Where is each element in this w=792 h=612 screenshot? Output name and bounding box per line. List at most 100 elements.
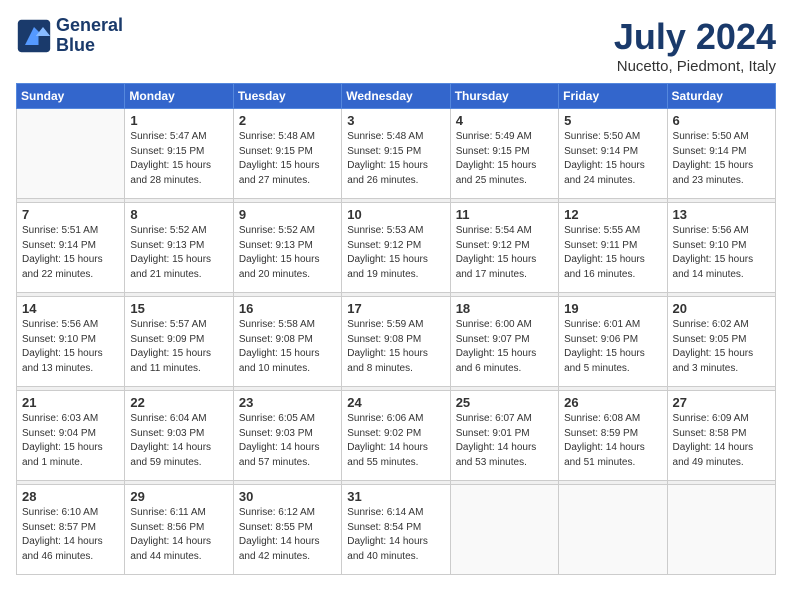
calendar-cell: 16 Sunrise: 5:58 AM Sunset: 9:08 PM Dayli… bbox=[233, 297, 341, 387]
day-info: Sunrise: 6:01 AM Sunset: 9:06 PM Dayligh… bbox=[564, 318, 661, 376]
day-info: Sunrise: 5:55 AM Sunset: 9:11 PM Dayligh… bbox=[564, 224, 661, 282]
calendar-cell: 6 Sunrise: 5:50 AM Sunset: 9:14 PM Daylig… bbox=[667, 109, 775, 199]
day-number: 19 bbox=[564, 301, 661, 316]
day-header-tuesday: Tuesday bbox=[233, 84, 341, 109]
calendar-cell: 10 Sunrise: 5:53 AM Sunset: 9:12 PM Dayli… bbox=[342, 203, 450, 293]
day-number: 11 bbox=[456, 207, 553, 222]
day-number: 31 bbox=[347, 489, 444, 504]
day-number: 22 bbox=[130, 395, 227, 410]
calendar-cell bbox=[667, 485, 775, 575]
calendar-cell: 13Sunrise: 5:56 AM Sunset: 9:10 PM Dayli… bbox=[667, 203, 775, 293]
calendar-cell: 17 Sunrise: 5:59 AM Sunset: 9:08 PM Dayli… bbox=[342, 297, 450, 387]
day-info: Sunrise: 6:14 AM Sunset: 8:54 PM Dayligh… bbox=[347, 506, 444, 564]
calendar-cell: 19 Sunrise: 6:01 AM Sunset: 9:06 PM Dayli… bbox=[559, 297, 667, 387]
calendar-cell: 23 Sunrise: 6:05 AM Sunset: 9:03 PM Dayli… bbox=[233, 391, 341, 481]
calendar-cell: 2 Sunrise: 5:48 AM Sunset: 9:15 PM Daylig… bbox=[233, 109, 341, 199]
day-info: Sunrise: 6:09 AM Sunset: 8:58 PM Dayligh… bbox=[673, 412, 770, 470]
day-number: 17 bbox=[347, 301, 444, 316]
title-block: July 2024 Nucetto, Piedmont, Italy bbox=[614, 16, 776, 75]
calendar-cell: 21 Sunrise: 6:03 AM Sunset: 9:04 PM Dayli… bbox=[17, 391, 125, 481]
logo-line2: Blue bbox=[56, 36, 123, 56]
day-number: 26 bbox=[564, 395, 661, 410]
day-info: Sunrise: 5:52 AM Sunset: 9:13 PM Dayligh… bbox=[239, 224, 336, 282]
calendar-cell: 5 Sunrise: 5:50 AM Sunset: 9:14 PM Daylig… bbox=[559, 109, 667, 199]
calendar-cell: 24 Sunrise: 6:06 AM Sunset: 9:02 PM Dayli… bbox=[342, 391, 450, 481]
calendar-cell bbox=[559, 485, 667, 575]
calendar-week-row: 14 Sunrise: 5:56 AM Sunset: 9:10 PM Dayli… bbox=[17, 297, 776, 387]
day-info: Sunrise: 5:56 AM Sunset: 9:10 PM Dayligh… bbox=[22, 318, 119, 376]
day-info: Sunrise: 5:50 AM Sunset: 9:14 PM Dayligh… bbox=[673, 130, 770, 188]
day-number: 9 bbox=[239, 207, 336, 222]
calendar-cell: 15Sunrise: 5:57 AM Sunset: 9:09 PM Dayli… bbox=[125, 297, 233, 387]
day-info: Sunrise: 6:06 AM Sunset: 9:02 PM Dayligh… bbox=[347, 412, 444, 470]
day-header-wednesday: Wednesday bbox=[342, 84, 450, 109]
day-number: 30 bbox=[239, 489, 336, 504]
calendar-cell: 30 Sunrise: 6:12 AM Sunset: 8:55 PM Dayli… bbox=[233, 485, 341, 575]
day-number: 24 bbox=[347, 395, 444, 410]
day-info: Sunrise: 5:51 AM Sunset: 9:14 PM Dayligh… bbox=[22, 224, 119, 282]
day-number: 3 bbox=[347, 113, 444, 128]
day-number: 7 bbox=[22, 207, 119, 222]
logo-text: General Blue bbox=[56, 16, 123, 56]
calendar-cell: 28Sunrise: 6:10 AM Sunset: 8:57 PM Dayli… bbox=[17, 485, 125, 575]
day-number: 20 bbox=[673, 301, 770, 316]
day-info: Sunrise: 6:07 AM Sunset: 9:01 PM Dayligh… bbox=[456, 412, 553, 470]
day-info: Sunrise: 5:56 AM Sunset: 9:10 PM Dayligh… bbox=[673, 224, 770, 282]
day-number: 6 bbox=[673, 113, 770, 128]
page-header: General Blue July 2024 Nucetto, Piedmont… bbox=[16, 16, 776, 75]
day-info: Sunrise: 5:59 AM Sunset: 9:08 PM Dayligh… bbox=[347, 318, 444, 376]
calendar-cell: 27Sunrise: 6:09 AM Sunset: 8:58 PM Dayli… bbox=[667, 391, 775, 481]
day-number: 5 bbox=[564, 113, 661, 128]
calendar-week-row: 28Sunrise: 6:10 AM Sunset: 8:57 PM Dayli… bbox=[17, 485, 776, 575]
day-info: Sunrise: 5:53 AM Sunset: 9:12 PM Dayligh… bbox=[347, 224, 444, 282]
day-header-sunday: Sunday bbox=[17, 84, 125, 109]
day-number: 23 bbox=[239, 395, 336, 410]
calendar-cell: 11Sunrise: 5:54 AM Sunset: 9:12 PM Dayli… bbox=[450, 203, 558, 293]
day-number: 1 bbox=[130, 113, 227, 128]
day-info: Sunrise: 5:48 AM Sunset: 9:15 PM Dayligh… bbox=[239, 130, 336, 188]
day-number: 14 bbox=[22, 301, 119, 316]
day-info: Sunrise: 5:50 AM Sunset: 9:14 PM Dayligh… bbox=[564, 130, 661, 188]
day-number: 2 bbox=[239, 113, 336, 128]
day-info: Sunrise: 5:49 AM Sunset: 9:15 PM Dayligh… bbox=[456, 130, 553, 188]
calendar-table: SundayMondayTuesdayWednesdayThursdayFrid… bbox=[16, 83, 776, 575]
calendar-cell: 31 Sunrise: 6:14 AM Sunset: 8:54 PM Dayli… bbox=[342, 485, 450, 575]
calendar-cell: 4Sunrise: 5:49 AM Sunset: 9:15 PM Daylig… bbox=[450, 109, 558, 199]
day-number: 10 bbox=[347, 207, 444, 222]
calendar-cell: 1 Sunrise: 5:47 AM Sunset: 9:15 PM Daylig… bbox=[125, 109, 233, 199]
calendar-cell bbox=[450, 485, 558, 575]
logo-line1: General bbox=[56, 16, 123, 36]
calendar-header-row: SundayMondayTuesdayWednesdayThursdayFrid… bbox=[17, 84, 776, 109]
calendar-cell: 8 Sunrise: 5:52 AM Sunset: 9:13 PM Daylig… bbox=[125, 203, 233, 293]
calendar-cell: 26 Sunrise: 6:08 AM Sunset: 8:59 PM Dayli… bbox=[559, 391, 667, 481]
logo-icon bbox=[16, 18, 52, 54]
day-info: Sunrise: 5:58 AM Sunset: 9:08 PM Dayligh… bbox=[239, 318, 336, 376]
day-info: Sunrise: 6:10 AM Sunset: 8:57 PM Dayligh… bbox=[22, 506, 119, 564]
calendar-cell: 12 Sunrise: 5:55 AM Sunset: 9:11 PM Dayli… bbox=[559, 203, 667, 293]
calendar-cell: 3 Sunrise: 5:48 AM Sunset: 9:15 PM Daylig… bbox=[342, 109, 450, 199]
calendar-cell: 14 Sunrise: 5:56 AM Sunset: 9:10 PM Dayli… bbox=[17, 297, 125, 387]
day-info: Sunrise: 6:11 AM Sunset: 8:56 PM Dayligh… bbox=[130, 506, 227, 564]
calendar-cell: 25Sunrise: 6:07 AM Sunset: 9:01 PM Dayli… bbox=[450, 391, 558, 481]
calendar-cell: 29Sunrise: 6:11 AM Sunset: 8:56 PM Dayli… bbox=[125, 485, 233, 575]
day-info: Sunrise: 6:04 AM Sunset: 9:03 PM Dayligh… bbox=[130, 412, 227, 470]
day-info: Sunrise: 6:05 AM Sunset: 9:03 PM Dayligh… bbox=[239, 412, 336, 470]
day-info: Sunrise: 6:03 AM Sunset: 9:04 PM Dayligh… bbox=[22, 412, 119, 470]
day-info: Sunrise: 5:52 AM Sunset: 9:13 PM Dayligh… bbox=[130, 224, 227, 282]
day-number: 21 bbox=[22, 395, 119, 410]
calendar-cell: 9 Sunrise: 5:52 AM Sunset: 9:13 PM Daylig… bbox=[233, 203, 341, 293]
day-number: 8 bbox=[130, 207, 227, 222]
day-info: Sunrise: 5:47 AM Sunset: 9:15 PM Dayligh… bbox=[130, 130, 227, 188]
day-number: 12 bbox=[564, 207, 661, 222]
day-header-thursday: Thursday bbox=[450, 84, 558, 109]
day-header-monday: Monday bbox=[125, 84, 233, 109]
day-number: 15 bbox=[130, 301, 227, 316]
calendar-week-row: 7 Sunrise: 5:51 AM Sunset: 9:14 PM Daylig… bbox=[17, 203, 776, 293]
day-header-saturday: Saturday bbox=[667, 84, 775, 109]
day-info: Sunrise: 6:00 AM Sunset: 9:07 PM Dayligh… bbox=[456, 318, 553, 376]
calendar-cell: 20Sunrise: 6:02 AM Sunset: 9:05 PM Dayli… bbox=[667, 297, 775, 387]
day-info: Sunrise: 5:48 AM Sunset: 9:15 PM Dayligh… bbox=[347, 130, 444, 188]
day-number: 16 bbox=[239, 301, 336, 316]
day-info: Sunrise: 6:12 AM Sunset: 8:55 PM Dayligh… bbox=[239, 506, 336, 564]
day-info: Sunrise: 6:08 AM Sunset: 8:59 PM Dayligh… bbox=[564, 412, 661, 470]
